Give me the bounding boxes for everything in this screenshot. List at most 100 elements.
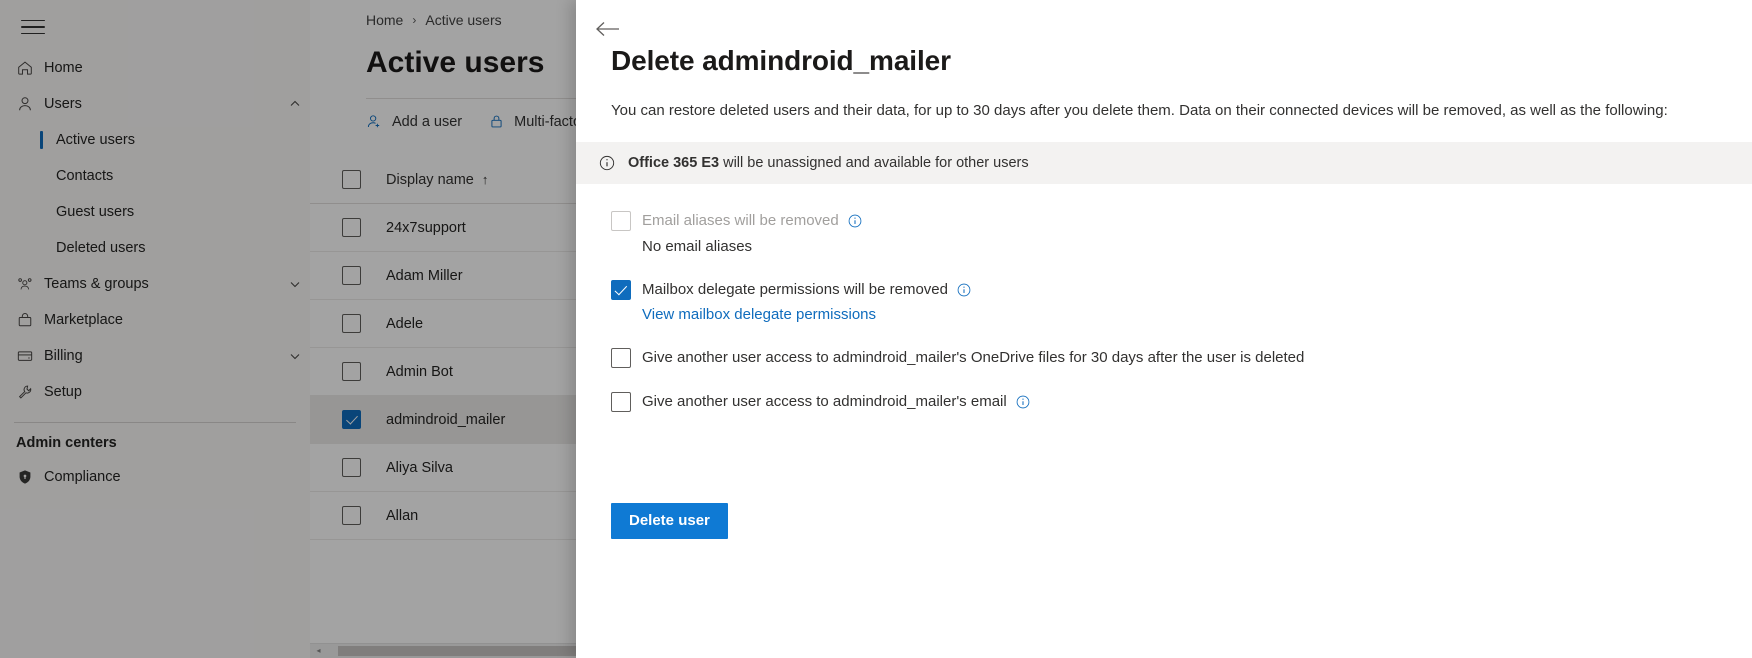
license-info-banner: Office 365 E3 will be unassigned and ava… <box>576 142 1752 184</box>
multi-factor-authentication-button[interactable]: Multi-factor authentication <box>488 113 576 130</box>
sidebar-item-guest-users[interactable]: Guest users <box>0 194 310 230</box>
sidebar-item-active-users[interactable]: Active users <box>0 122 310 158</box>
sidebar-item-label: Billing <box>44 348 280 364</box>
sidebar-item-contacts[interactable]: Contacts <box>0 158 310 194</box>
row-checkbox[interactable] <box>342 218 361 237</box>
email-aliases-checkbox <box>611 211 631 231</box>
hamburger-line <box>21 20 45 22</box>
view-mailbox-delegate-permissions-link[interactable]: View mailbox delegate permissions <box>642 305 972 325</box>
table-row[interactable]: Adele <box>310 300 576 348</box>
option-main-line: Mailbox delegate permissions will be rem… <box>642 280 972 300</box>
sort-ascending-icon: ↑ <box>482 172 489 187</box>
cell-display-name: Admin Bot <box>386 364 453 380</box>
option-email-aliases: Email aliases will be removed No email a… <box>611 210 1752 257</box>
panel-title: Delete admindroid_mailer <box>611 45 1752 77</box>
sidebar-item-label: Compliance <box>44 469 310 485</box>
sidebar-item-compliance[interactable]: Compliance <box>0 459 310 495</box>
row-checkbox[interactable] <box>342 314 361 333</box>
add-a-user-button[interactable]: Add a user <box>366 113 462 130</box>
select-all-checkbox[interactable] <box>342 170 361 189</box>
row-checkbox[interactable] <box>342 362 361 381</box>
sidebar-item-label: Guest users <box>56 204 134 220</box>
option-text-wrapper: Give another user access to admindroid_m… <box>642 347 1304 368</box>
sidebar-navigation: Home Users Active users <box>0 0 310 658</box>
mailbox-delegate-checkbox[interactable] <box>611 280 631 300</box>
bag-icon <box>16 310 44 330</box>
option-text-wrapper: Give another user access to admindroid_m… <box>642 391 1031 412</box>
banner-text: Office 365 E3 will be unassigned and ava… <box>628 155 1029 171</box>
scrollbar-thumb[interactable] <box>338 646 598 656</box>
sidebar-item-list: Home Users Active users <box>0 50 310 495</box>
sidebar-item-label: Contacts <box>56 168 113 184</box>
row-checkbox[interactable] <box>342 266 361 285</box>
breadcrumb-current[interactable]: Active users <box>425 12 501 28</box>
email-access-checkbox[interactable] <box>611 392 631 412</box>
option-main-line: Give another user access to admindroid_m… <box>642 392 1031 412</box>
hamburger-menu-icon[interactable] <box>18 12 48 42</box>
column-header-display-name[interactable]: Display name <box>386 172 474 188</box>
table-row[interactable]: Adam Miller <box>310 252 576 300</box>
option-label: Email aliases will be removed <box>642 211 839 231</box>
lock-icon <box>488 113 505 130</box>
chevron-up-icon[interactable] <box>280 98 310 110</box>
info-icon[interactable] <box>956 282 972 298</box>
sidebar-item-label: Setup <box>44 384 310 400</box>
sidebar-item-teams-groups[interactable]: Teams & groups <box>0 266 310 302</box>
option-onedrive-access: Give another user access to admindroid_m… <box>611 347 1752 368</box>
row-checkbox[interactable] <box>342 506 361 525</box>
table-row[interactable]: Aliya Silva <box>310 444 576 492</box>
people-icon <box>16 274 44 294</box>
breadcrumb-home[interactable]: Home <box>366 12 403 28</box>
info-icon[interactable] <box>1015 394 1031 410</box>
sidebar-item-home[interactable]: Home <box>0 50 310 86</box>
sidebar-item-billing[interactable]: Billing <box>0 338 310 374</box>
table-row[interactable]: 24x7support <box>310 204 576 252</box>
onedrive-access-checkbox[interactable] <box>611 348 631 368</box>
info-icon <box>598 154 616 172</box>
wrench-icon <box>16 382 44 402</box>
chevron-down-icon[interactable] <box>280 278 310 290</box>
sidebar-item-marketplace[interactable]: Marketplace <box>0 302 310 338</box>
option-label: Give another user access to admindroid_m… <box>642 392 1007 412</box>
option-text-wrapper: Mailbox delegate permissions will be rem… <box>642 279 972 326</box>
cell-display-name: Adam Miller <box>386 268 463 284</box>
table-row[interactable]: Allan <box>310 492 576 540</box>
breadcrumb: Home › Active users <box>310 0 576 28</box>
command-label: Multi-factor authentication <box>514 114 576 130</box>
add-user-icon <box>366 113 383 130</box>
sidebar-item-label: Marketplace <box>44 312 310 328</box>
cell-display-name: admindroid_mailer <box>386 412 505 428</box>
cell-display-name: Aliya Silva <box>386 460 453 476</box>
sidebar-item-setup[interactable]: Setup <box>0 374 310 410</box>
row-checkbox[interactable] <box>342 458 361 477</box>
cell-display-name: 24x7support <box>386 220 466 236</box>
option-main-line: Give another user access to admindroid_m… <box>642 348 1304 368</box>
row-checkbox-checked[interactable] <box>342 410 361 429</box>
back-arrow-icon[interactable] <box>592 13 624 45</box>
table-row-selected[interactable]: admindroid_mailer <box>310 396 576 444</box>
breadcrumb-separator-icon: › <box>412 13 416 27</box>
option-label: Give another user access to admindroid_m… <box>642 348 1304 368</box>
sidebar-section-header: Admin centers <box>0 429 310 459</box>
card-icon <box>16 346 44 366</box>
sidebar-item-label: Deleted users <box>56 240 145 256</box>
table-row[interactable]: Admin Bot <box>310 348 576 396</box>
option-label: Mailbox delegate permissions will be rem… <box>642 280 948 300</box>
sidebar-item-users[interactable]: Users <box>0 86 310 122</box>
scroll-left-arrow-icon[interactable]: ◂ <box>313 646 324 656</box>
chevron-down-icon[interactable] <box>280 350 310 362</box>
sidebar-item-deleted-users[interactable]: Deleted users <box>0 230 310 266</box>
delete-user-button[interactable]: Delete user <box>611 503 728 539</box>
active-users-list-pane: Home › Active users Active users Add a u… <box>310 0 576 658</box>
delete-user-panel: Delete admindroid_mailer You can restore… <box>576 0 1752 658</box>
banner-license-name: Office 365 E3 <box>628 155 719 171</box>
banner-rest-text: will be unassigned and available for oth… <box>719 155 1029 171</box>
hamburger-line <box>21 26 45 28</box>
users-table: Display name ↑ 24x7support Adam Miller A… <box>310 156 576 540</box>
horizontal-scrollbar[interactable]: ◂ <box>310 643 576 658</box>
command-bar: Add a user Multi-factor authentication <box>310 99 576 130</box>
info-icon[interactable] <box>847 213 863 229</box>
shield-icon <box>16 467 44 487</box>
cell-display-name: Allan <box>386 508 418 524</box>
home-icon <box>16 58 44 78</box>
